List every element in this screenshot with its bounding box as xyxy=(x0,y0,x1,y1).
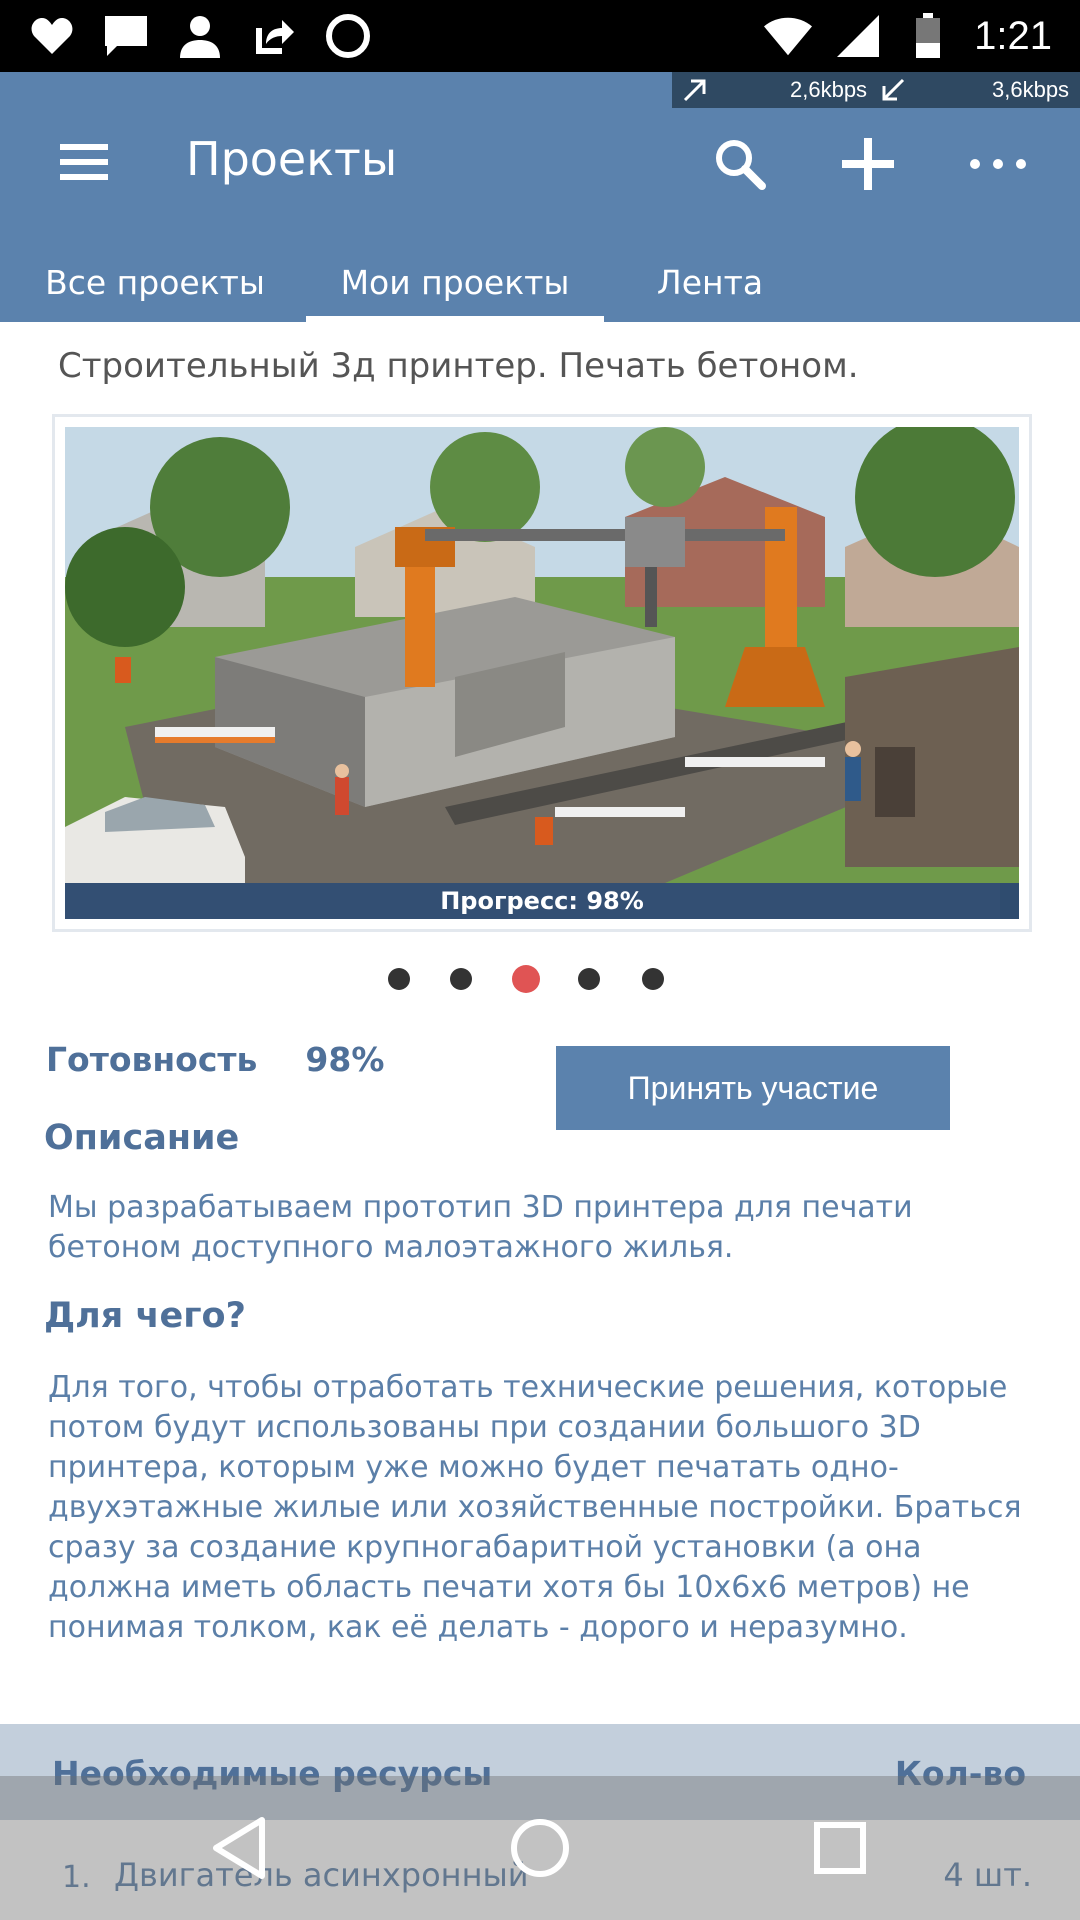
join-button[interactable]: Принять участие xyxy=(556,1046,950,1130)
search-icon[interactable] xyxy=(708,132,772,196)
home-icon[interactable] xyxy=(504,1812,576,1884)
wifi-icon xyxy=(764,12,813,60)
message-icon xyxy=(102,12,150,60)
readiness-value: 98% xyxy=(305,1040,385,1079)
description-heading: Описание xyxy=(44,1118,240,1158)
battery-icon xyxy=(904,12,952,60)
heart-icon xyxy=(28,12,76,60)
pager-dot[interactable] xyxy=(642,968,664,990)
tab-all-projects[interactable]: Все проекты xyxy=(20,242,290,322)
project-image xyxy=(65,427,1019,883)
signal-icon xyxy=(834,12,882,60)
system-status: 1:21 xyxy=(764,8,1052,64)
clock: 1:21 xyxy=(974,13,1052,58)
upload-arrow-icon xyxy=(682,77,708,109)
project-image-slider[interactable]: Прогресс: 98% xyxy=(52,414,1032,932)
pager-dot-active[interactable] xyxy=(512,965,540,993)
system-nav-bar xyxy=(0,1776,1080,1920)
circle-icon xyxy=(324,12,372,60)
person-icon xyxy=(176,12,224,60)
download-arrow-icon xyxy=(880,77,906,109)
page-title: Проекты xyxy=(186,132,398,186)
menu-icon[interactable] xyxy=(58,136,110,188)
status-bar: 1:21 xyxy=(0,0,1080,72)
pager-dot[interactable] xyxy=(578,968,600,990)
upload-speed: 2,6kbps xyxy=(790,77,868,102)
pager-dot[interactable] xyxy=(450,968,472,990)
tab-feed[interactable]: Лента xyxy=(640,242,780,322)
progress-label: Прогресс: 98% xyxy=(440,887,644,915)
slider-pagination xyxy=(388,964,678,993)
project-title: Строительный 3д принтер. Печать бетоном. xyxy=(58,346,859,386)
purpose-heading: Для чего? xyxy=(44,1296,246,1336)
more-icon[interactable] xyxy=(966,132,1030,196)
pager-dot[interactable] xyxy=(388,968,410,990)
description-text: Мы разрабатываем прототип 3D принтера дл… xyxy=(48,1190,913,1265)
recents-icon[interactable] xyxy=(804,1812,876,1884)
share-out-icon xyxy=(250,12,298,60)
readiness: Готовность 98% xyxy=(46,1040,384,1079)
app-bar: Проекты Все проекты Мои проекты Лента xyxy=(0,72,1080,322)
download-speed: 3,6kbps xyxy=(992,77,1070,102)
tab-my-projects[interactable]: Мои проекты xyxy=(306,242,604,322)
network-speed-overlay: 2,6kbps 3,6kbps xyxy=(672,72,1080,108)
purpose-text: Для того, чтобы отработать технические р… xyxy=(48,1370,1022,1645)
back-icon[interactable] xyxy=(204,1812,276,1884)
progress-bar: Прогресс: 98% xyxy=(65,883,1019,919)
readiness-label: Готовность xyxy=(46,1040,258,1079)
notification-icons xyxy=(28,10,372,62)
add-icon[interactable] xyxy=(836,132,900,196)
tab-bar: Все проекты Мои проекты Лента xyxy=(0,242,1080,322)
